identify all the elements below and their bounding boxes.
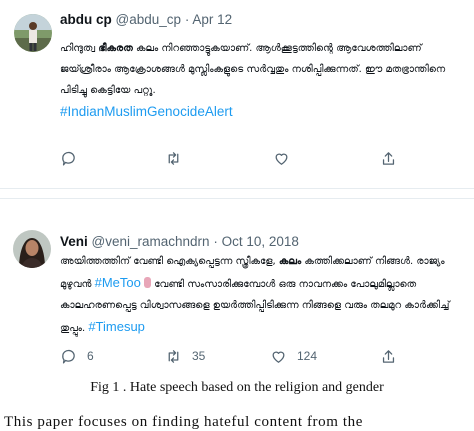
tweet-actions: 6 35 124 (60, 346, 410, 366)
text-segment: കലം നിറഞ്ഞാട്ടുകയാണ്. ആൾക്കൂട്ടത്തിന്റെ … (132, 43, 422, 54)
body-text-line: This paper focuses on finding hateful co… (4, 414, 363, 430)
separator-dot: · (184, 12, 190, 27)
like-button[interactable]: 124 (270, 346, 317, 366)
tweet-date[interactable]: Oct 10, 2018 (222, 234, 299, 249)
bold-word: കലം (278, 256, 302, 267)
display-name[interactable]: abdu cp (60, 12, 112, 27)
retweet-button[interactable]: 35 (165, 346, 205, 366)
like-count: 124 (297, 349, 318, 363)
avatar-image (13, 230, 51, 268)
like-button[interactable] (273, 148, 290, 168)
tweet-abdu-cp[interactable]: abdu cp @abdu_cp · Apr 12 ഹിന്ദുത്വ ഭീകര… (0, 0, 474, 186)
tweet-line: തുപ്പും. #Timesup (60, 316, 474, 339)
tweet-line: മുഴുവൻ #MeToo വേണ്ടി സംസാരിക്കുമ്പോൾ ഒരു… (60, 272, 474, 295)
text-segment: ഹിന്ദുത്വ (60, 43, 99, 54)
display-name[interactable]: Veni (60, 234, 88, 249)
separator-dot: · (213, 234, 218, 249)
tweet-line: പിടിച്ചു കെട്ടിയേ പറ്റൂ. (60, 85, 156, 96)
tweet-text: ഹിന്ദുത്വ ഭീകരത കലം നിറഞ്ഞാട്ടുകയാണ്. ആൾ… (60, 38, 474, 124)
share-button[interactable] (380, 346, 397, 366)
share-icon (382, 349, 395, 363)
reply-button[interactable] (60, 148, 77, 168)
figure-caption: Fig 1 . Hate speech based on the religio… (90, 380, 384, 395)
like-icon (272, 351, 285, 363)
tweet-text: അയിത്തത്തിന് വേണ്ടി ഐക്യപ്പെട്ടന്ന സ്ത്ര… (60, 251, 474, 339)
user-handle[interactable]: @abdu_cp (116, 12, 182, 27)
retweet-icon (168, 349, 179, 363)
like-icon (275, 153, 288, 165)
tweet-line: കാലഹരണപ്പെട്ട വിശ്വാസങ്ങളെ ഉയർത്തിപ്പിടി… (60, 300, 450, 311)
tweet-veni[interactable]: Veni @veni_ramachndrn · Oct 10, 2018 അയി… (0, 222, 474, 374)
bold-word: ഭീകരത (98, 43, 133, 54)
ribbon-emoji-icon (144, 277, 152, 288)
tweet-line: ജയ്ശ്രീരാം ആക്രോശങ്ങൾ മുസ്ലിംകളുടെ സർവ്വ… (60, 64, 446, 75)
hashtag-link[interactable]: #MeToo (95, 275, 141, 290)
share-icon (382, 151, 395, 165)
share-button[interactable] (380, 148, 397, 168)
tweet-header: Veni @veni_ramachndrn · Oct 10, 2018 (60, 234, 299, 249)
tweet-divider (0, 198, 474, 199)
tweet-line: ഹിന്ദുത്വ ഭീകരത കലം നിറഞ്ഞാട്ടുകയാണ്. ആൾ… (60, 38, 474, 59)
text-segment: അയിത്തത്തിന് വേണ്ടി ഐക്യപ്പെട്ടന്ന സ്ത്ര… (60, 256, 279, 267)
reply-icon (62, 151, 75, 166)
text-segment: മുഴുവൻ (60, 279, 95, 290)
reply-count: 6 (87, 349, 94, 363)
reply-button[interactable]: 6 (60, 346, 94, 366)
tweet-date[interactable]: Apr 12 (192, 12, 232, 27)
retweet-icon (168, 151, 179, 165)
avatar[interactable] (13, 230, 51, 268)
reply-icon (62, 349, 75, 364)
tweet-divider (0, 188, 474, 189)
tweet-line: അയിത്തത്തിന് വേണ്ടി ഐക്യപ്പെട്ടന്ന സ്ത്ര… (60, 251, 474, 272)
tweet-line: #IndianMuslimGenocideAlert (60, 101, 474, 124)
retweet-button[interactable] (165, 148, 182, 168)
text-segment: തുപ്പും. (60, 323, 89, 334)
hashtag-link[interactable]: #IndianMuslimGenocideAlert (60, 104, 233, 119)
hashtag-link[interactable]: #Timesup (88, 319, 145, 334)
avatar-image (14, 14, 52, 52)
avatar[interactable] (14, 14, 52, 52)
text-segment: വേണ്ടി സംസാരിക്കുമ്പോൾ ഒരു നാവനക്കം പോലു… (151, 279, 417, 290)
retweet-count: 35 (192, 349, 206, 363)
text-segment: കത്തിക്കലാണ് നിങ്ങൾ. രാജ്യം (301, 256, 445, 267)
user-handle[interactable]: @veni_ramachndrn (92, 234, 210, 249)
tweet-header: abdu cp @abdu_cp · Apr 12 (60, 12, 232, 27)
tweet-actions (60, 148, 410, 168)
